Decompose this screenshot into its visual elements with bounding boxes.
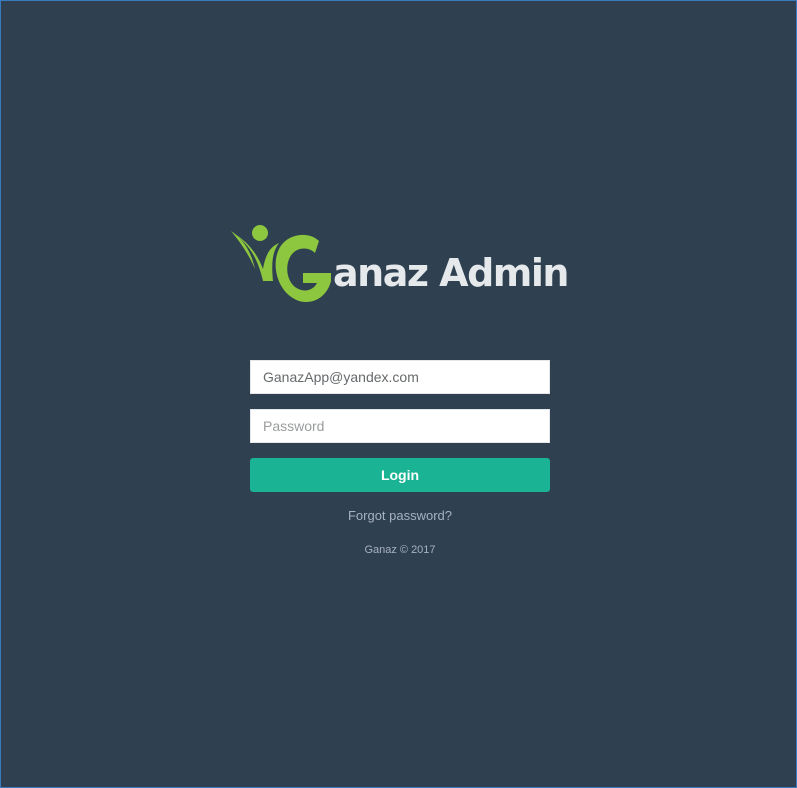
copyright-footer: Ganaz © 2017 — [364, 544, 436, 556]
login-page: G anaz Admin Login Forgot password? Gana… — [0, 0, 797, 788]
ganaz-logo-icon: G — [231, 225, 331, 303]
brand-logo: G anaz Admin — [229, 221, 569, 317]
forgot-password-link[interactable]: Forgot password? — [250, 508, 550, 523]
password-field[interactable] — [250, 409, 550, 443]
email-field[interactable] — [250, 360, 550, 394]
brand-name: anaz Admin — [333, 251, 569, 295]
login-button[interactable]: Login — [250, 458, 550, 492]
